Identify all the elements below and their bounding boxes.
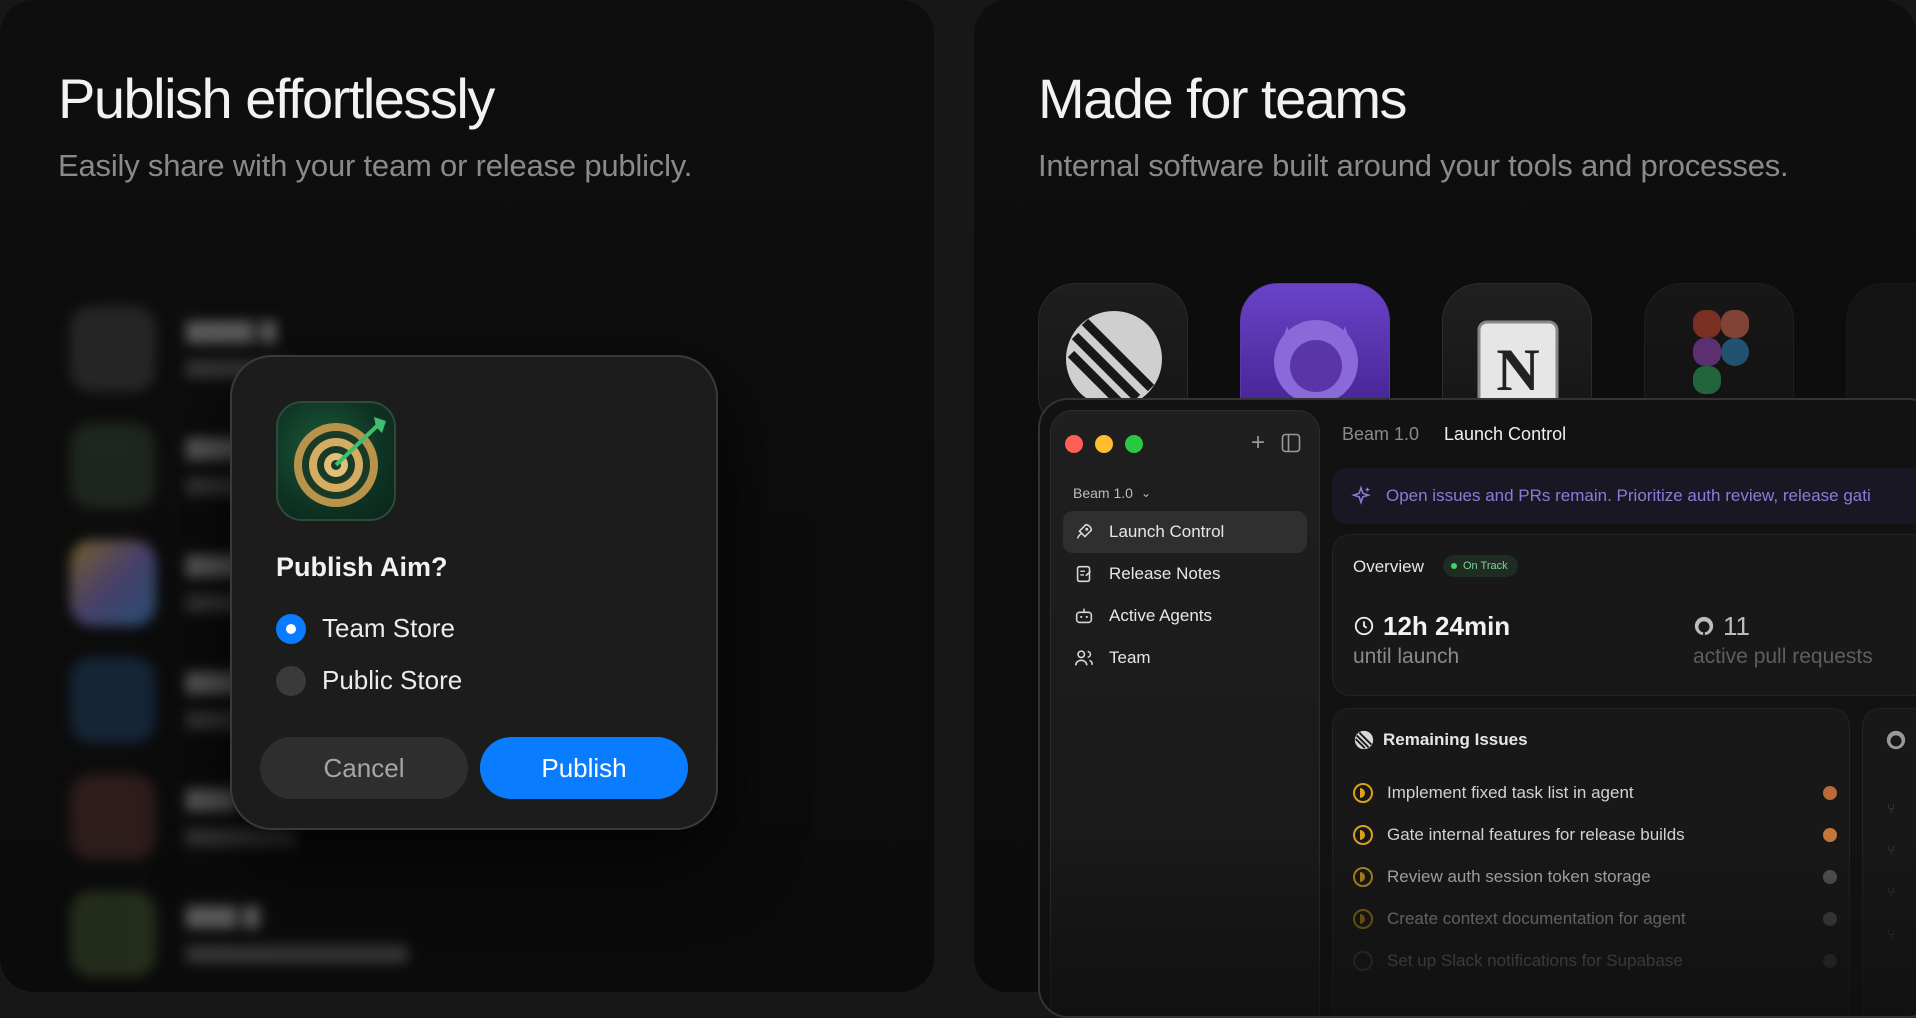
ai-summary-banner: Open issues and PRs remain. Prioritize a… (1332, 468, 1916, 524)
issue-title: Set up Slack notifications for Supabase (1387, 951, 1683, 970)
issue-row[interactable]: Gate internal features for release build… (1353, 825, 1685, 845)
radio-selected[interactable] (276, 613, 306, 644)
list-item: ▇▇▇ ▇ ▇▇▇▇▇▇▇▇▇▇▇▇▇▇▇▇ (70, 875, 770, 992)
close-window-button[interactable] (1065, 435, 1083, 453)
in-progress-icon (1353, 783, 1373, 803)
target-app-icon (276, 401, 396, 521)
issue-title: Gate internal features for release build… (1387, 825, 1685, 844)
sidebar-item-label: Release Notes (1109, 564, 1221, 583)
issue-title: Create context documentation for agent (1387, 909, 1686, 928)
chevron-down-icon: ⌄ (1140, 486, 1151, 500)
sidebar-item-label: Launch Control (1109, 522, 1225, 541)
issue-title: Review auth session token storage (1387, 867, 1651, 886)
linear-icon (1354, 730, 1374, 750)
remaining-issues-card: Remaining Issues Implement fixed task li… (1332, 708, 1850, 1016)
pull-requests-label: active pull requests (1693, 645, 1873, 668)
users-icon (1074, 650, 1094, 666)
issue-row[interactable]: Review auth session token storage (1353, 867, 1651, 887)
left-headline: Publish effortlessly (58, 67, 495, 130)
rocket-icon (1076, 523, 1093, 539)
pr-branch-icons: ⑂ ⑂ ⑂ ⑂ (1887, 800, 1896, 942)
zoom-window-button[interactable] (1125, 435, 1143, 453)
sparkle-icon (1351, 485, 1371, 505)
sidebar: + Beam 1.0 ⌄ Launch Control Release Note… (1050, 410, 1320, 1016)
svg-text:N: N (1496, 337, 1539, 403)
github-icon (1694, 616, 1714, 636)
option-label: Team Store (322, 613, 455, 643)
sidebar-item-launch-control[interactable]: Launch Control (1063, 511, 1307, 553)
left-panel: Publish effortlessly Easily share with y… (0, 0, 934, 992)
pull-requests-count: 11 (1723, 611, 1750, 641)
public-store-option[interactable]: Public Store (276, 665, 462, 696)
minimize-window-button[interactable] (1095, 435, 1113, 453)
avatar (1823, 954, 1837, 968)
status-dot (1451, 563, 1457, 569)
todo-icon (1353, 951, 1373, 971)
in-progress-icon (1353, 825, 1373, 845)
issue-title: Implement fixed task list in agent (1387, 783, 1634, 802)
dialog-title: Publish Aim? (276, 552, 448, 582)
breadcrumb-parent[interactable]: Beam 1.0 (1342, 424, 1419, 445)
left-subhead: Easily share with your team or release p… (58, 148, 693, 183)
publish-dialog: Publish Aim? Team Store Public Store Can… (230, 355, 718, 830)
publish-button[interactable]: Publish (480, 737, 688, 799)
robot-icon (1075, 608, 1093, 624)
avatar (1823, 912, 1837, 926)
github-icon (1886, 730, 1906, 750)
countdown-label: until launch (1353, 645, 1460, 668)
status-badge: On Track (1443, 555, 1518, 577)
option-label: Public Store (322, 665, 463, 695)
cancel-button[interactable]: Cancel (260, 737, 468, 799)
sidebar-item-release-notes[interactable]: Release Notes (1063, 553, 1307, 595)
status-text: On Track (1463, 560, 1508, 572)
issue-row[interactable]: Set up Slack notifications for Supabase (1353, 951, 1683, 971)
breadcrumb-current: Launch Control (1444, 424, 1567, 444)
avatar (1823, 786, 1837, 800)
avatar (1823, 870, 1837, 884)
countdown-value: 12h 24min (1383, 611, 1511, 641)
workspace-name: Beam 1.0 (1073, 485, 1133, 501)
team-store-option[interactable]: Team Store (276, 613, 455, 644)
sidebar-toggle-icon[interactable] (1281, 433, 1301, 453)
overview-title: Overview (1353, 557, 1424, 576)
clock-icon (1354, 616, 1374, 636)
app-window: + Beam 1.0 ⌄ Launch Control Release Note… (1038, 398, 1916, 1018)
overview-card: Overview On Track 12h 24min until launch… (1332, 534, 1916, 696)
in-progress-icon (1353, 867, 1373, 887)
sidebar-item-active-agents[interactable]: Active Agents (1063, 595, 1307, 637)
workspace-switcher[interactable]: Beam 1.0 ⌄ (1073, 485, 1151, 501)
right-subhead: Internal software built around your tool… (1038, 148, 1789, 183)
issue-row[interactable]: Create context documentation for agent (1353, 909, 1686, 929)
add-icon[interactable]: + (1251, 429, 1265, 457)
sidebar-item-label: Active Agents (1109, 606, 1213, 625)
pull-requests-card: ⑂ ⑂ ⑂ ⑂ (1862, 708, 1916, 1016)
avatar (1823, 828, 1837, 842)
in-progress-icon (1353, 909, 1373, 929)
right-headline: Made for teams (1038, 67, 1408, 130)
banner-text: Open issues and PRs remain. Prioritize a… (1386, 486, 1871, 505)
notes-icon (1076, 565, 1091, 583)
issues-title: Remaining Issues (1383, 730, 1528, 749)
radio-unselected[interactable] (276, 665, 306, 696)
sidebar-item-team[interactable]: Team (1063, 637, 1307, 679)
sidebar-item-label: Team (1109, 648, 1151, 667)
issue-row[interactable]: Implement fixed task list in agent (1353, 783, 1634, 803)
